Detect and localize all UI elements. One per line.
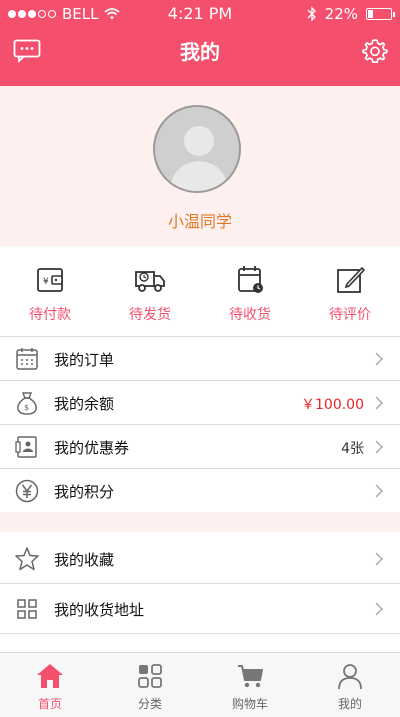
- order-pending-shipment[interactable]: 待发货: [104, 246, 196, 336]
- calendar-icon: [16, 348, 38, 370]
- menu-label: 我的余额: [54, 395, 115, 413]
- yen-icon: [15, 479, 39, 503]
- username[interactable]: 小温同学: [0, 208, 400, 232]
- order-label: 待收货: [229, 307, 271, 323]
- avatar[interactable]: [153, 105, 241, 193]
- profile-section: 小温同学: [0, 86, 400, 246]
- tab-label: 购物车: [231, 697, 268, 711]
- order-status-row: ¥ 待付款 待发货 待收货 待评价: [0, 246, 400, 336]
- order-label: 待付款: [29, 307, 71, 323]
- menu-label: 我的收藏: [54, 551, 115, 569]
- menu-item-addresses[interactable]: 我的收货地址: [0, 586, 400, 632]
- menu-item-orders[interactable]: 我的订单: [0, 337, 400, 381]
- wallet-icon: ¥: [37, 268, 63, 292]
- star-icon: [15, 547, 39, 571]
- svg-text:¥: ¥: [43, 277, 49, 287]
- page-title: 我的: [180, 40, 220, 64]
- home-icon: [37, 664, 63, 688]
- grid-icon: [17, 599, 37, 619]
- menu-label: 我的积分: [54, 483, 115, 501]
- menu-item-coupons[interactable]: 我的优惠券 4张: [0, 425, 400, 469]
- status-bar: BELL 4:21 PM 22%: [0, 0, 400, 28]
- divider: [0, 633, 400, 634]
- order-label: 待发货: [129, 307, 171, 323]
- order-pending-review[interactable]: 待评价: [304, 246, 396, 336]
- tab-label: 我的: [337, 697, 362, 711]
- calendar-clock-icon: [238, 266, 263, 293]
- chevron-right-icon: [375, 552, 384, 566]
- menu-label: 我的收货地址: [54, 601, 145, 619]
- cart-icon: [238, 665, 263, 688]
- gear-icon: [362, 39, 388, 64]
- battery-icon: [366, 8, 395, 20]
- chevron-right-icon: [375, 602, 384, 616]
- order-pending-receipt[interactable]: 待收货: [204, 246, 296, 336]
- tab-label: 首页: [37, 697, 62, 711]
- coupon-icon: [15, 436, 37, 458]
- user-icon: [338, 664, 362, 690]
- top-bar: BELL 4:21 PM 22% 我的: [0, 0, 400, 86]
- menu-item-favorites[interactable]: 我的收藏: [0, 536, 400, 582]
- status-right: 22%: [307, 5, 395, 23]
- divider: [0, 583, 400, 584]
- chevron-right-icon: [375, 440, 384, 454]
- tab-label: 分类: [137, 697, 162, 711]
- section-gap: [0, 512, 400, 532]
- category-icon: [138, 664, 162, 688]
- truck-icon: [135, 271, 165, 292]
- settings-button[interactable]: [360, 36, 390, 66]
- menu-item-balance[interactable]: $ 我的余额 ￥100.00: [0, 381, 400, 425]
- chevron-right-icon: [375, 396, 384, 410]
- tab-category[interactable]: 分类: [100, 653, 200, 717]
- menu-label: 我的订单: [54, 351, 115, 369]
- coupon-count: 4张: [341, 441, 364, 457]
- tab-mine[interactable]: 我的: [300, 653, 400, 717]
- chevron-right-icon: [375, 352, 384, 366]
- battery-percent: 22%: [324, 5, 358, 23]
- svg-text:$: $: [24, 403, 29, 412]
- user-silhouette-icon: [169, 126, 229, 191]
- tab-cart[interactable]: 购物车: [200, 653, 300, 717]
- tab-home[interactable]: 首页: [0, 653, 100, 717]
- edit-icon: [337, 266, 366, 293]
- bluetooth-icon: [307, 6, 316, 22]
- menu-label: 我的优惠券: [54, 439, 130, 457]
- menu-item-points[interactable]: 我的积分: [0, 469, 400, 513]
- order-label: 待评价: [329, 307, 371, 323]
- tab-bar: 首页 分类 购物车 我的: [0, 652, 400, 717]
- order-pending-payment[interactable]: ¥ 待付款: [4, 246, 96, 336]
- balance-value: ￥100.00: [301, 397, 364, 413]
- chevron-right-icon: [375, 484, 384, 498]
- money-bag-icon: $: [17, 392, 37, 415]
